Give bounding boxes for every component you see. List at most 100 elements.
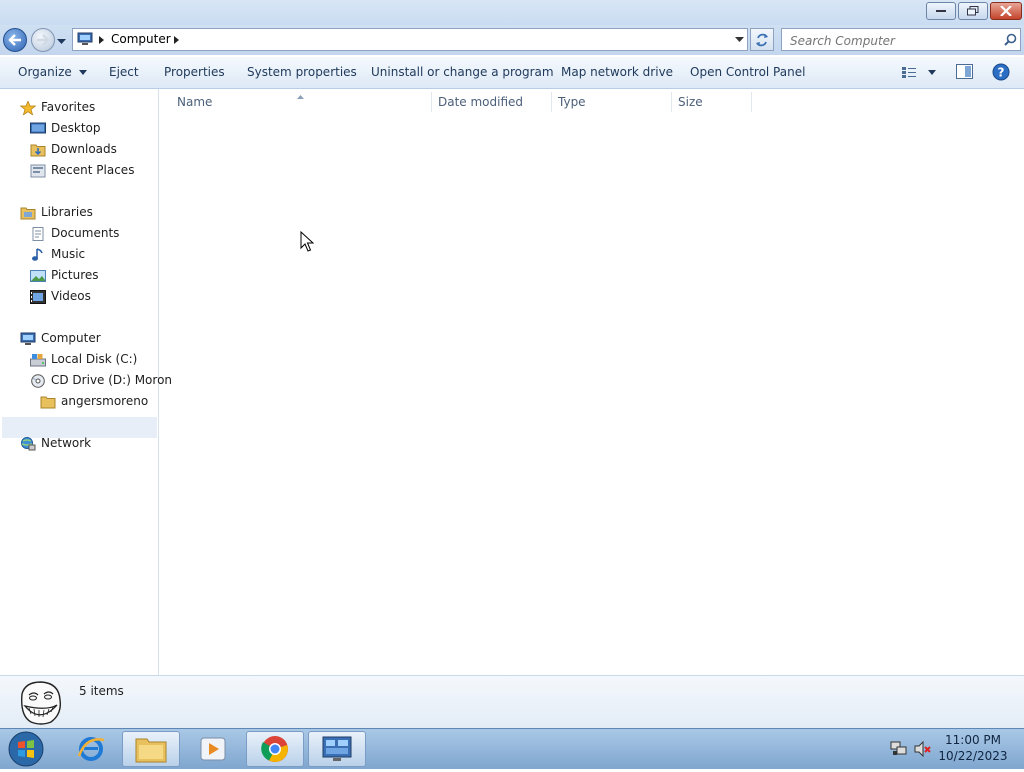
chevron-down-icon bbox=[78, 70, 87, 75]
network-tray-icon bbox=[890, 741, 907, 755]
troll-face-icon bbox=[21, 681, 61, 725]
command-bar: Organize Eject Properties System propert… bbox=[0, 57, 1024, 89]
chevron-right-icon[interactable] bbox=[174, 36, 179, 44]
organize-label: Organize bbox=[18, 65, 72, 79]
nav-label: Favorites bbox=[41, 100, 96, 114]
nav-item-libraries[interactable]: Libraries bbox=[20, 202, 93, 222]
nav-item-local-disk[interactable]: Local Disk (C:) bbox=[30, 349, 137, 369]
taskbar-media-player-button[interactable] bbox=[184, 731, 242, 767]
clock-time: 11:00 PM bbox=[945, 733, 1001, 747]
eject-button[interactable]: Eject bbox=[109, 57, 139, 87]
help-button[interactable]: ? bbox=[992, 63, 1010, 84]
back-icon bbox=[8, 34, 21, 46]
nav-item-computer[interactable]: Computer bbox=[20, 328, 101, 348]
computer-icon bbox=[77, 32, 93, 45]
column-divider[interactable] bbox=[671, 92, 672, 112]
nav-item-favorites[interactable]: Favorites bbox=[20, 97, 95, 117]
downloads-folder-icon bbox=[30, 144, 46, 156]
cd-icon bbox=[31, 373, 45, 388]
map-network-drive-button[interactable]: Map network drive bbox=[561, 57, 673, 87]
column-header-name[interactable]: Name bbox=[177, 92, 427, 112]
nav-item-cd-folder[interactable]: angersmoreno bbox=[40, 391, 148, 411]
clock-date: 10/22/2023 bbox=[938, 749, 1008, 763]
navigation-pane: Favorites Desktop Downloads Recent Place… bbox=[0, 89, 172, 675]
search-input[interactable] bbox=[788, 30, 1002, 51]
taskbar-clock[interactable]: 11:00 PM 10/22/2023 bbox=[930, 732, 1016, 764]
address-bar[interactable]: Computer bbox=[72, 28, 748, 51]
nav-item-pictures[interactable]: Pictures bbox=[30, 265, 99, 285]
back-button[interactable] bbox=[3, 28, 27, 52]
nav-label: Desktop bbox=[51, 121, 101, 135]
nav-label: Recent Places bbox=[51, 163, 135, 177]
nav-item-documents[interactable]: Documents bbox=[30, 223, 119, 243]
nav-label: Downloads bbox=[51, 142, 117, 156]
folder-icon bbox=[40, 396, 56, 408]
nav-item-music[interactable]: Music bbox=[30, 244, 85, 264]
nav-item-recent-places[interactable]: Recent Places bbox=[30, 160, 134, 180]
svg-text:?: ? bbox=[998, 66, 1005, 80]
mouse-cursor-icon bbox=[300, 231, 314, 252]
close-icon bbox=[1000, 6, 1012, 16]
title-bar[interactable] bbox=[0, 0, 1024, 25]
item-count: 5 items bbox=[79, 684, 124, 698]
desktop-icon bbox=[30, 122, 46, 133]
recent-pages-dropdown[interactable] bbox=[57, 34, 66, 48]
uninstall-program-button[interactable]: Uninstall or change a program bbox=[371, 57, 554, 87]
taskbar-explorer-button[interactable] bbox=[122, 731, 180, 767]
libraries-icon bbox=[20, 207, 36, 219]
search-icon[interactable] bbox=[1004, 33, 1017, 46]
start-button[interactable] bbox=[6, 729, 46, 772]
column-header-date-modified[interactable]: Date modified bbox=[438, 92, 548, 112]
column-header-size[interactable]: Size bbox=[678, 92, 748, 112]
column-header-type[interactable]: Type bbox=[558, 92, 668, 112]
minimize-icon bbox=[936, 10, 946, 12]
nav-item-desktop[interactable]: Desktop bbox=[30, 118, 101, 138]
open-control-panel-button[interactable]: Open Control Panel bbox=[690, 57, 805, 87]
address-history-dropdown-icon[interactable] bbox=[735, 37, 744, 43]
change-view-button[interactable] bbox=[901, 65, 941, 82]
system-properties-button[interactable]: System properties bbox=[247, 57, 357, 87]
preview-pane-icon bbox=[956, 64, 973, 79]
close-button[interactable] bbox=[990, 2, 1022, 20]
minimize-button[interactable] bbox=[926, 2, 956, 20]
taskbar-chrome-button[interactable] bbox=[246, 731, 304, 767]
chrome-icon bbox=[261, 736, 288, 762]
address-path-label[interactable]: Computer bbox=[111, 32, 171, 46]
ie-icon bbox=[77, 737, 105, 761]
forward-icon bbox=[37, 34, 50, 46]
column-divider[interactable] bbox=[431, 92, 432, 112]
help-icon: ? bbox=[992, 63, 1010, 81]
column-divider[interactable] bbox=[751, 92, 752, 112]
taskbar-ie-button[interactable] bbox=[62, 731, 120, 767]
control-panel-icon bbox=[322, 736, 352, 761]
organize-button[interactable]: Organize bbox=[18, 57, 87, 87]
column-divider[interactable] bbox=[551, 92, 552, 112]
network-icon bbox=[21, 436, 36, 450]
nav-item-videos[interactable]: Videos bbox=[30, 286, 91, 306]
view-icon bbox=[902, 67, 936, 78]
nav-item-network[interactable]: Network bbox=[20, 433, 91, 453]
videos-icon bbox=[30, 289, 46, 304]
refresh-button[interactable] bbox=[750, 28, 774, 51]
properties-button[interactable]: Properties bbox=[164, 57, 225, 87]
taskbar-control-panel-button[interactable] bbox=[308, 731, 366, 767]
recent-places-icon bbox=[30, 164, 46, 177]
chevron-down-icon bbox=[57, 39, 66, 44]
tray-network-button[interactable] bbox=[890, 741, 908, 760]
music-icon bbox=[32, 247, 43, 261]
address-row: Computer bbox=[0, 25, 1024, 55]
restore-icon bbox=[967, 6, 979, 16]
nav-item-downloads[interactable]: Downloads bbox=[30, 139, 117, 159]
nav-item-cd-drive[interactable]: CD Drive (D:) Moron bbox=[30, 370, 172, 390]
nav-label: Network bbox=[41, 436, 92, 450]
file-list-area[interactable] bbox=[159, 113, 1024, 673]
details-pane: 5 items bbox=[0, 675, 1024, 729]
documents-icon bbox=[32, 226, 44, 241]
nav-label: Local Disk (C:) bbox=[51, 352, 138, 366]
restore-button[interactable] bbox=[958, 2, 988, 20]
search-box[interactable] bbox=[781, 28, 1021, 51]
forward-button[interactable] bbox=[31, 28, 55, 52]
preview-pane-button[interactable] bbox=[956, 64, 973, 82]
explorer-icon bbox=[135, 738, 167, 763]
computer-icon bbox=[20, 332, 36, 345]
